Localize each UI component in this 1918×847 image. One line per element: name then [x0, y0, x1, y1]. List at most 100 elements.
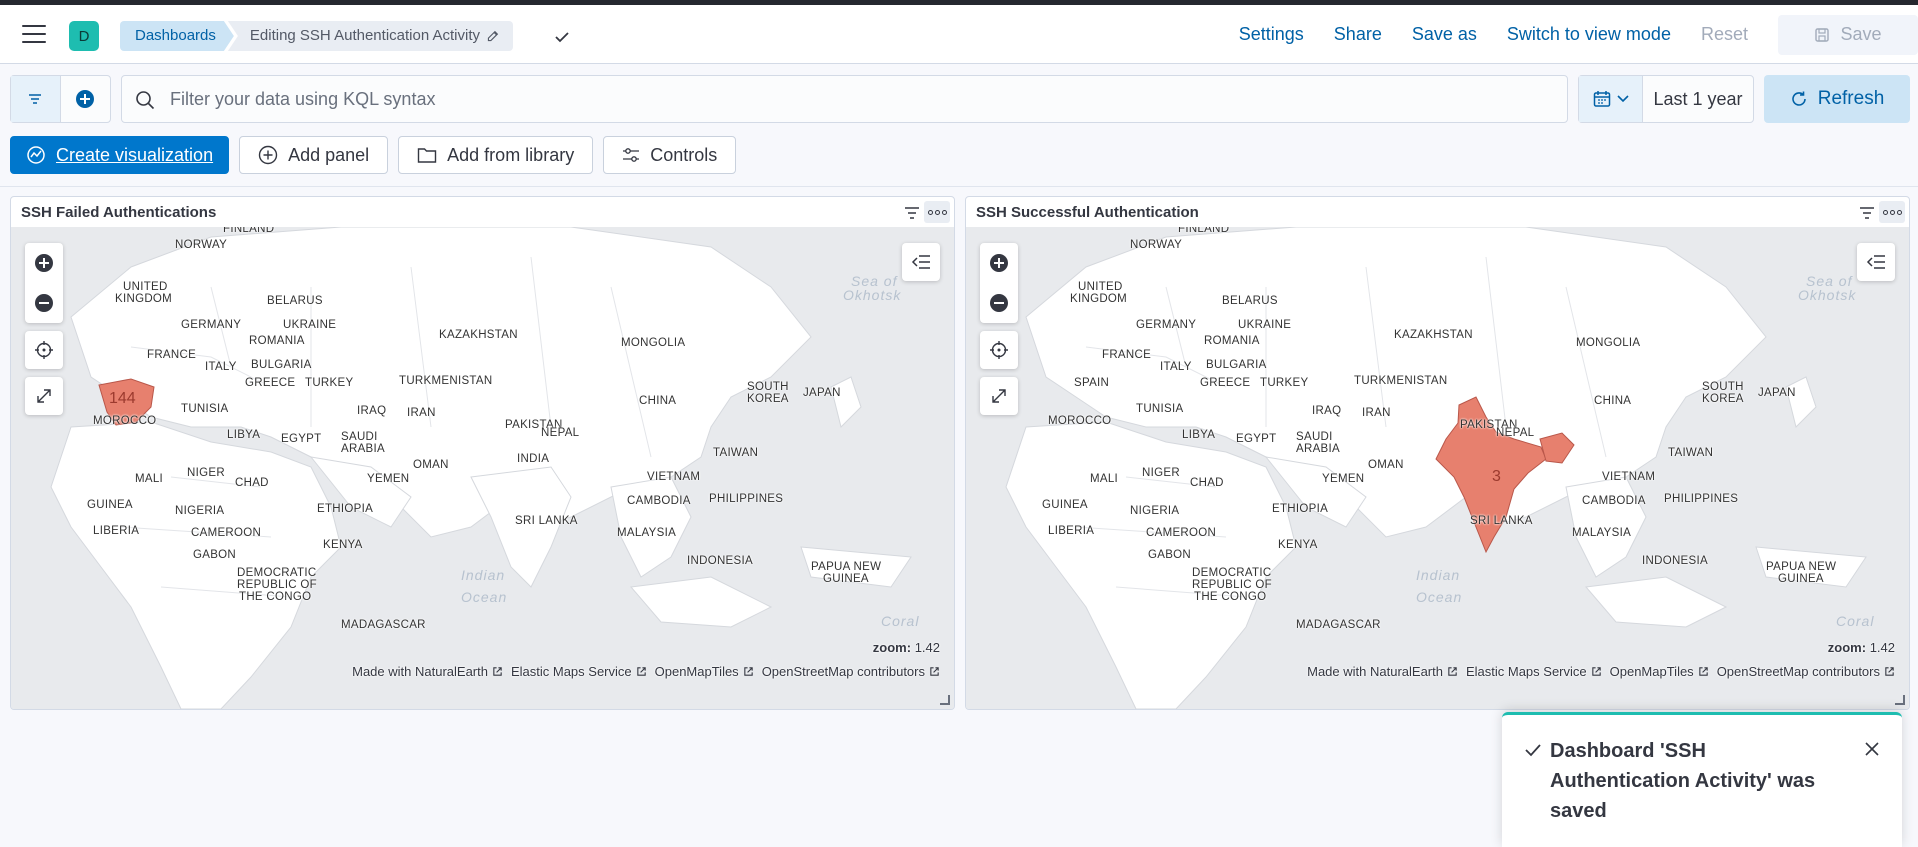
controls-button[interactable]: Controls [603, 136, 737, 174]
panel-title: SSH Successful Authentication [976, 204, 1199, 221]
map-label: BELARUS [1222, 295, 1278, 307]
filter-menu-button[interactable] [11, 76, 61, 122]
map-label: LIBERIA [93, 525, 140, 537]
map-label: JAPAN [803, 387, 841, 399]
sea-label: Coral [1836, 613, 1875, 629]
map-label: SPAIN [1074, 377, 1110, 389]
date-range-label[interactable]: Last 1 year [1643, 76, 1753, 122]
map-label: SAUDI [341, 431, 378, 443]
map-label: GREECE [245, 377, 296, 389]
set-view-button[interactable] [25, 331, 63, 369]
map-label: KOREA [1702, 393, 1744, 405]
map-label: ROMANIA [249, 335, 305, 347]
zoom-in-button[interactable] [980, 243, 1018, 283]
layer-control-button[interactable] [902, 243, 940, 281]
attribution-link[interactable]: OpenMapTiles [655, 664, 754, 679]
map-label: BULGARIA [1206, 359, 1267, 371]
zoom-controls [25, 243, 63, 323]
breadcrumb-current[interactable]: Editing SSH Authentication Activity [227, 21, 514, 51]
save-icon [1815, 27, 1830, 42]
kql-search [121, 75, 1568, 123]
zoom-value: 1.42 [1869, 640, 1895, 655]
dashboard-toolbar: Create visualization Add panel Add from … [10, 136, 737, 174]
kql-search-input[interactable] [170, 76, 1550, 122]
plus-circle-icon [76, 90, 95, 108]
panel-title: SSH Failed Authentications [21, 204, 217, 221]
map-label: SOUTH [747, 381, 789, 393]
refresh-label: Refresh [1817, 88, 1885, 109]
expand-icon [992, 389, 1006, 403]
close-icon[interactable] [1864, 741, 1880, 757]
save-button-label: Save [1840, 24, 1882, 44]
attribution-link[interactable]: OpenMapTiles [1610, 664, 1709, 679]
add-filter-button[interactable] [61, 76, 111, 122]
map-label: UNITED [123, 281, 168, 293]
panel-options-button[interactable] [1879, 201, 1905, 223]
fullscreen-button[interactable] [25, 377, 63, 415]
map-label: SOUTH [1702, 381, 1744, 393]
attribution-link[interactable]: Made with NaturalEarth [1307, 664, 1458, 679]
map-label: BULGARIA [251, 359, 312, 371]
refresh-button[interactable]: Refresh [1764, 75, 1910, 123]
reset-link[interactable]: Reset [1701, 24, 1748, 45]
panel-resize-handle[interactable] [1895, 695, 1905, 705]
attribution-link[interactable]: OpenStreetMap contributors [762, 664, 940, 679]
quick-select-button[interactable] [1579, 76, 1643, 122]
map-canvas[interactable]: 3 FINLAND NORWAY UNITED KINGDOM BELARUS … [966, 227, 1909, 709]
attribution-link[interactable]: Made with NaturalEarth [352, 664, 503, 679]
map-label: GUINEA [87, 499, 133, 511]
map-label: IRAN [1362, 407, 1391, 419]
attribution-link[interactable]: Elastic Maps Service [511, 664, 647, 679]
add-from-library-button[interactable]: Add from library [398, 136, 594, 174]
breadcrumb-dashboards[interactable]: Dashboards [120, 21, 234, 51]
filter-button-group [10, 75, 111, 123]
map-label: INDONESIA [1642, 555, 1708, 567]
space-avatar[interactable]: D [69, 21, 99, 51]
expand-icon [37, 389, 51, 403]
attribution-link[interactable]: OpenStreetMap contributors [1717, 664, 1895, 679]
attribution-text: OpenStreetMap contributors [761, 664, 925, 679]
create-visualization-button[interactable]: Create visualization [10, 136, 230, 174]
zoom-out-button[interactable] [25, 283, 63, 323]
fullscreen-button[interactable] [980, 377, 1018, 415]
map-label: IRAQ [1312, 405, 1342, 417]
map-label: VIETNAM [647, 471, 701, 483]
attribution-text: OpenMapTiles [654, 664, 739, 679]
attribution-link[interactable]: Elastic Maps Service [1466, 664, 1602, 679]
filter-icon[interactable] [1859, 206, 1875, 220]
map-label: SRI LANKA [1470, 515, 1533, 527]
save-as-link[interactable]: Save as [1412, 24, 1477, 45]
dot-icon [927, 209, 933, 215]
zoom-out-button[interactable] [980, 283, 1018, 323]
settings-link[interactable]: Settings [1239, 24, 1304, 45]
add-panel-button[interactable]: Add panel [239, 136, 389, 174]
map-label: CHINA [1594, 395, 1632, 407]
map-label: REPUBLIC OF [1192, 579, 1272, 591]
plus-circle-icon [35, 254, 53, 272]
map-label: FRANCE [1102, 349, 1152, 361]
layer-control-button[interactable] [1857, 243, 1895, 281]
map-canvas[interactable]: 144 FINLAND NORWAY UNITED KINGDOM BELARU… [11, 227, 954, 709]
check-icon[interactable] [552, 27, 572, 47]
menu-icon[interactable] [22, 25, 46, 45]
sea-label: Ocean [461, 589, 508, 605]
map-label: INDIA [517, 453, 550, 465]
switch-to-view-mode-link[interactable]: Switch to view mode [1507, 24, 1671, 45]
panel-resize-handle[interactable] [940, 695, 950, 705]
map-label: FRANCE [147, 349, 197, 361]
save-button[interactable]: Save [1778, 14, 1918, 55]
set-view-button[interactable] [980, 331, 1018, 369]
map-label: CAMEROON [1146, 527, 1217, 539]
map-label: GABON [1148, 549, 1192, 561]
sea-label: Indian [461, 567, 506, 583]
share-link[interactable]: Share [1334, 24, 1382, 45]
add-panel-label: Add panel [288, 144, 370, 165]
map-label: REPUBLIC OF [237, 579, 317, 591]
panel-options-button[interactable] [924, 201, 950, 223]
zoom-in-button[interactable] [25, 243, 63, 283]
filter-icon[interactable] [904, 206, 920, 220]
map-label: IRAQ [357, 405, 387, 417]
dot-icon [1896, 209, 1902, 215]
menu-left-icon [1866, 255, 1885, 269]
map-label: FINLAND [1178, 227, 1230, 235]
